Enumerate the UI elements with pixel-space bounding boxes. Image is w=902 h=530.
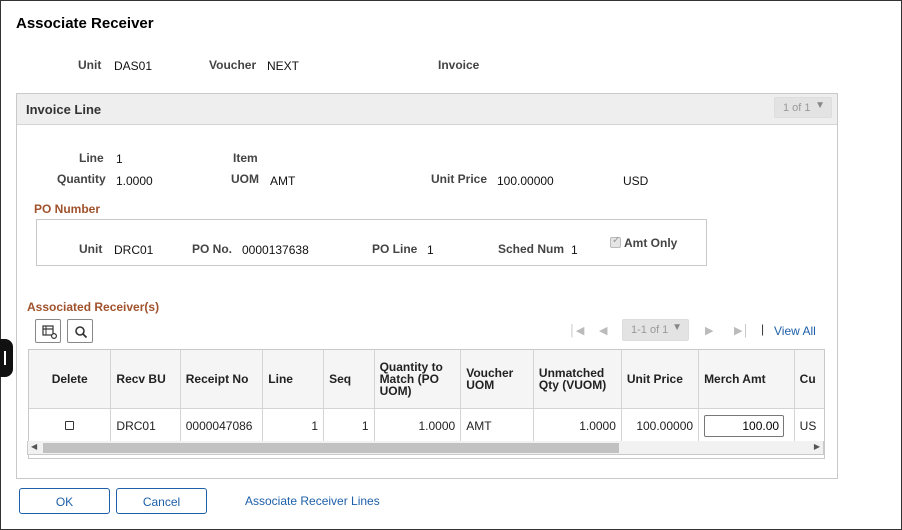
receivers-table: Delete Recv BU Receipt No Line Seq Quant… <box>29 350 824 444</box>
line-value: 1 <box>116 152 123 166</box>
column-header: Seq <box>323 350 375 409</box>
delete-checkbox[interactable] <box>65 420 75 430</box>
voucher-label: Voucher <box>209 58 257 72</box>
voucher-uom-cell: AMT <box>460 408 534 444</box>
column-header: Cu <box>794 350 824 409</box>
sched-num-label: Sched Num <box>498 242 565 256</box>
column-header: Delete <box>29 350 112 409</box>
column-header: Line <box>262 350 325 409</box>
grid-settings-icon <box>42 325 58 340</box>
associate-receiver-lines-link[interactable]: Associate Receiver Lines <box>245 494 380 508</box>
invoice-line-pager-text: 1 of 1 <box>783 102 811 114</box>
invoice-line-header: Invoice Line 1 of 1 ▼ <box>17 94 837 125</box>
column-header: Unmatched Qty (VUOM) <box>533 350 622 409</box>
unit-price-value: 100.00000 <box>497 174 554 188</box>
receivers-pager[interactable]: 1-1 of 1 ▼ <box>622 319 689 341</box>
invoice-line-title: Invoice Line <box>26 102 102 117</box>
column-header: Receipt No <box>180 350 264 409</box>
scroll-left-icon[interactable]: ◀ <box>31 442 37 451</box>
po-no-value: 0000137638 <box>242 243 309 257</box>
unit-value: DAS01 <box>114 59 153 73</box>
column-header: Recv BU <box>110 350 181 409</box>
chevron-down-icon: ▼ <box>815 100 825 111</box>
scroll-right-icon[interactable]: ▶ <box>814 442 820 451</box>
invoice-line-pager[interactable]: 1 of 1 ▼ <box>774 97 832 118</box>
invoice-line-group: Invoice Line 1 of 1 ▼ Line 1 Item Quanti… <box>16 93 838 479</box>
search-icon <box>75 326 88 339</box>
amt-only-label: Amt Only <box>624 236 678 250</box>
table-header-row: Delete Recv BU Receipt No Line Seq Quant… <box>29 350 824 409</box>
po-line-label: PO Line <box>372 242 418 256</box>
associate-receiver-dialog: Associate Receiver Unit DAS01 Voucher NE… <box>0 0 902 530</box>
uom-label: UOM <box>231 172 259 186</box>
column-header: Voucher UOM <box>460 350 534 409</box>
quantity-label: Quantity <box>57 172 106 186</box>
first-page-icon[interactable]: │◀ <box>569 324 584 337</box>
unmatched-qty-cell: 1.0000 <box>533 408 622 444</box>
seq-cell: 1 <box>323 408 375 444</box>
associated-receivers-title: Associated Receiver(s) <box>27 300 160 314</box>
item-label: Item <box>233 151 258 165</box>
po-line-value: 1 <box>427 243 434 257</box>
scrollbar-thumb[interactable] <box>43 443 619 453</box>
quantity-value: 1.0000 <box>116 174 153 188</box>
invoice-label: Invoice <box>438 58 480 72</box>
column-header: Quantity to Match (PO UOM) <box>374 350 462 409</box>
column-header: Unit Price <box>621 350 700 409</box>
column-header: Merch Amt <box>698 350 795 409</box>
dialog-title: Associate Receiver <box>16 15 154 32</box>
find-button[interactable] <box>67 319 93 343</box>
table-row: DRC01 0000047086 1 1 1.0000 AMT 1.0000 1… <box>29 408 824 444</box>
currency-value: USD <box>623 174 649 188</box>
sched-num-value: 1 <box>571 243 578 257</box>
po-no-label: PO No. <box>192 242 233 256</box>
previous-page-icon[interactable]: ◀ <box>599 324 607 337</box>
side-panel-handle[interactable] <box>0 339 13 377</box>
merch-amt-input[interactable] <box>704 414 785 437</box>
uom-value: AMT <box>270 174 296 188</box>
next-page-icon[interactable]: ▶ <box>705 324 713 337</box>
chevron-down-icon: ▼ <box>672 322 682 333</box>
grip-icon <box>4 351 6 365</box>
receipt-no-cell: 0000047086 <box>180 408 264 444</box>
po-number-title: PO Number <box>34 202 101 216</box>
line-label: Line <box>79 151 104 165</box>
last-page-icon[interactable]: ▶│ <box>734 324 749 337</box>
po-number-box: Unit DRC01 PO No. 0000137638 PO Line 1 S… <box>36 219 707 266</box>
recv-bu-cell: DRC01 <box>110 408 181 444</box>
receivers-pager-text: 1-1 of 1 <box>631 324 669 336</box>
unit-price-label: Unit Price <box>431 172 488 186</box>
cancel-button[interactable]: Cancel <box>116 488 207 514</box>
unit-label: Unit <box>78 58 102 72</box>
amt-only-checkbox <box>610 235 621 248</box>
line-cell: 1 <box>262 408 325 444</box>
qty-match-cell: 1.0000 <box>374 408 462 444</box>
po-unit-value: DRC01 <box>114 243 154 257</box>
toolbar-divider: | <box>761 322 765 336</box>
grid-horizontal-scrollbar[interactable]: ◀ ▶ <box>27 441 824 455</box>
merch-amt-cell <box>698 408 795 444</box>
po-unit-label: Unit <box>79 242 103 256</box>
delete-cell <box>29 408 112 444</box>
personalize-grid-button[interactable] <box>35 319 61 343</box>
ok-button[interactable]: OK <box>19 488 110 514</box>
unit-price-cell: 100.00000 <box>621 408 700 444</box>
voucher-value: NEXT <box>267 59 300 73</box>
currency-cell: US <box>794 408 824 444</box>
view-all-link[interactable]: View All <box>774 324 816 338</box>
